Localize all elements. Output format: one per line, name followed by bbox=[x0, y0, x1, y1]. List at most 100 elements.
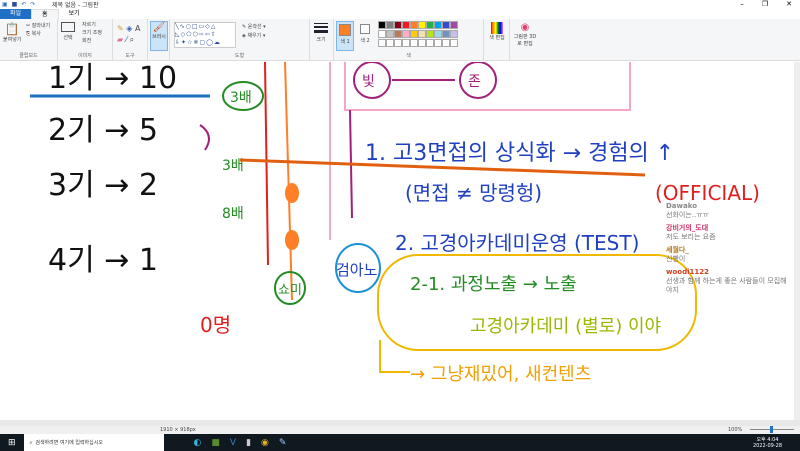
palette-swatch-empty[interactable] bbox=[410, 39, 418, 47]
rotate-button[interactable]: 회전 bbox=[82, 37, 102, 45]
quick-access-toolbar: ▣ ■ ↶ ↷ bbox=[2, 1, 35, 8]
save-icon[interactable]: ■ bbox=[12, 1, 18, 8]
palette-swatch[interactable] bbox=[434, 30, 442, 38]
zoom-slider[interactable] bbox=[750, 426, 794, 433]
text-icon[interactable]: A bbox=[135, 24, 140, 33]
palette-swatch[interactable] bbox=[378, 21, 386, 29]
palette-swatch[interactable] bbox=[410, 30, 418, 38]
palette-swatch-empty[interactable] bbox=[442, 39, 450, 47]
minimize-button[interactable]: – bbox=[740, 0, 744, 8]
clock-time[interactable]: 오후 4:04 bbox=[753, 437, 782, 443]
palette-swatch[interactable] bbox=[418, 21, 426, 29]
chat-message: 강비거의_도대 저도 보리는 요즘 bbox=[666, 224, 791, 242]
vscode-icon[interactable]: V bbox=[230, 438, 236, 448]
palette-swatch-empty[interactable] bbox=[394, 39, 402, 47]
palette-swatch[interactable] bbox=[442, 30, 450, 38]
paste-button[interactable]: 📋 붙여넣기 bbox=[3, 22, 21, 43]
palette-swatch[interactable] bbox=[450, 30, 458, 38]
palette-swatch[interactable] bbox=[426, 21, 434, 29]
color-palette[interactable] bbox=[378, 21, 478, 48]
palette-swatch[interactable] bbox=[386, 30, 394, 38]
paint-icon: ▣ bbox=[2, 1, 8, 8]
palette-swatch-empty[interactable] bbox=[434, 39, 442, 47]
restore-button[interactable]: ❐ bbox=[762, 0, 768, 8]
palette-swatch[interactable] bbox=[402, 30, 410, 38]
palette-swatch[interactable] bbox=[426, 30, 434, 38]
chat-message: Dawako 선화이는..ㅠㅠ bbox=[666, 202, 791, 220]
vertical-scrollbar[interactable] bbox=[794, 62, 800, 420]
color-picker-icon[interactable]: ⁄ bbox=[126, 35, 127, 44]
palette-swatch-empty[interactable] bbox=[378, 39, 386, 47]
select-button[interactable]: 선택 bbox=[61, 22, 75, 41]
outline-dropdown[interactable]: ✎ 윤곽선 ▾ bbox=[242, 23, 266, 32]
paint3d-icon: ◉ bbox=[520, 22, 530, 33]
redo-icon[interactable]: ↷ bbox=[30, 1, 35, 8]
paint-taskbar-icon[interactable]: ✎ bbox=[279, 438, 287, 448]
palette-swatch-empty[interactable] bbox=[450, 39, 458, 47]
note-3x-a: 3배 bbox=[230, 90, 252, 106]
image-size: 1910 × 918px bbox=[160, 427, 196, 433]
chrome-icon[interactable]: ◉ bbox=[261, 438, 269, 448]
palette-swatch-empty[interactable] bbox=[426, 39, 434, 47]
palette-swatch[interactable] bbox=[450, 21, 458, 29]
note-light: 빛 bbox=[362, 74, 375, 90]
start-button[interactable]: ⊞ bbox=[8, 438, 16, 448]
tab-home[interactable]: 홈 bbox=[31, 9, 59, 19]
chat-message: 세월다_ 신빵이 bbox=[666, 246, 791, 264]
cut-button[interactable]: ✂ 잘라내기 bbox=[26, 22, 50, 30]
chat-text: 선화이는..ㅠㅠ bbox=[666, 211, 710, 219]
palette-swatch[interactable] bbox=[402, 21, 410, 29]
canvas-text-gen1: 1기 → 10 bbox=[48, 62, 177, 96]
palette-swatch[interactable] bbox=[378, 30, 386, 38]
palette-swatch[interactable] bbox=[394, 21, 402, 29]
palette-swatch[interactable] bbox=[434, 21, 442, 29]
pencil-icon[interactable]: ✎ bbox=[117, 24, 124, 33]
edit-colors-button[interactable]: 색 편집 bbox=[487, 22, 507, 41]
fill-icon[interactable]: ◈ bbox=[126, 24, 132, 33]
chat-username: 강비거의_도대 bbox=[666, 224, 709, 232]
canvas-text-gen3: 3기 → 2 bbox=[48, 168, 158, 203]
brush-button[interactable]: 🖌 브러시 bbox=[150, 21, 168, 51]
color2-button[interactable]: 색 2 bbox=[356, 21, 374, 44]
eraser-icon[interactable]: ▰ bbox=[117, 35, 123, 44]
ribbon: 📋 붙여넣기 ✂ 잘라내기 ⎘ 복사 클립보드 선택 자르기 크기 조정 회전 이… bbox=[0, 19, 800, 61]
palette-swatch-empty[interactable] bbox=[418, 39, 426, 47]
size-button[interactable]: 크기 bbox=[314, 23, 328, 43]
color1-button[interactable]: 색 1 bbox=[336, 21, 354, 51]
drawing-canvas[interactable]: 1기 → 10 2기 → 5 3기 → 2 4기 → 1 3배 3배 8배 0명… bbox=[0, 62, 800, 420]
minecraft-icon[interactable]: ■ bbox=[211, 438, 220, 448]
undo-icon[interactable]: ↶ bbox=[21, 1, 26, 8]
chat-text: 선생과 함께 하는게 좋은 사람들이 모집해야지 bbox=[666, 277, 787, 294]
chat-overlay: Dawako 선화이는..ㅠㅠ 강비거의_도대 저도 보리는 요즘세월다_ 신빵이woo… bbox=[666, 202, 791, 299]
clock-date[interactable]: 2022-09-28 bbox=[753, 443, 782, 449]
shapes-gallery[interactable]: ╲∿○□▭◇△ ◺◇⬠⬡⇨⇦⇧ ⇩✦☆✵▢◯☁ bbox=[174, 22, 236, 48]
taskbar-search[interactable]: ⌕ 검색하려면 여기에 입력하십시오 bbox=[23, 434, 164, 451]
crop-button[interactable]: 자르기 bbox=[82, 21, 102, 29]
chat-message: woodi1122 선생과 함께 하는게 좋은 사람들이 모집해야지 bbox=[666, 268, 791, 295]
palette-swatch[interactable] bbox=[418, 30, 426, 38]
palette-swatch[interactable] bbox=[442, 21, 450, 29]
copy-button[interactable]: ⎘ 복사 bbox=[26, 30, 50, 38]
resize-button[interactable]: 크기 조정 bbox=[82, 29, 102, 37]
paint3d-button[interactable]: ◉ 그림판 3D로 편집 bbox=[513, 22, 537, 47]
status-bar: 1910 × 918px 100% bbox=[0, 426, 800, 434]
palette-swatch-empty[interactable] bbox=[402, 39, 410, 47]
note-8x: 8배 bbox=[222, 206, 244, 222]
color1-swatch bbox=[339, 24, 351, 36]
fill-dropdown[interactable]: ◈ 채우기 ▾ bbox=[242, 32, 266, 41]
chat-username: Dawako bbox=[666, 202, 698, 210]
canvas-text-gen2: 2기 → 5 bbox=[48, 113, 158, 148]
palette-swatch-empty[interactable] bbox=[386, 39, 394, 47]
close-button[interactable]: ✕ bbox=[786, 0, 792, 8]
app-icon[interactable]: ▮ bbox=[246, 438, 251, 448]
note-geomano: 검아노 bbox=[336, 261, 378, 279]
palette-swatch[interactable] bbox=[386, 21, 394, 29]
tab-view[interactable]: 보기 bbox=[59, 9, 90, 19]
item-2: 2. 고경아카데미운영 (TEST) bbox=[395, 231, 639, 255]
tab-file[interactable]: 파일 bbox=[0, 9, 32, 19]
palette-swatch[interactable] bbox=[410, 21, 418, 29]
palette-swatch[interactable] bbox=[394, 30, 402, 38]
note-zone: 존 bbox=[468, 74, 481, 90]
magnifier-icon[interactable]: ⌕ bbox=[130, 35, 134, 44]
edge-icon[interactable]: ◐ bbox=[194, 438, 202, 448]
